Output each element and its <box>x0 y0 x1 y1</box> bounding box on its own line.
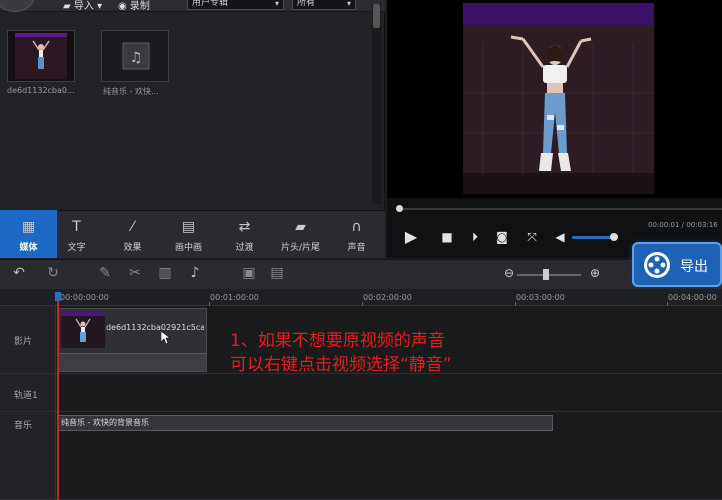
playback-time: 00:00:01 / 00:03:16 <box>648 221 718 229</box>
delete-icon[interactable]: ▥ <box>156 265 174 281</box>
export-button[interactable]: 导出 <box>632 242 722 287</box>
album-select[interactable]: 用户专辑 ▾ <box>187 0 284 10</box>
text-icon: T <box>72 219 81 235</box>
crop-icon[interactable]: ▣ <box>240 265 258 281</box>
dancer-video-frame <box>463 3 654 194</box>
volume-handle[interactable] <box>610 233 618 241</box>
video-editor-window: ▰ 导入 ▾ ◉ 录制 用户专辑 ▾ 所有 ▾ de6d1132cba0... <box>0 0 722 500</box>
music-clip[interactable]: 纯音乐 - 欢快的背景音乐 <box>58 415 553 431</box>
snapshot-icon[interactable]: ◙ <box>493 230 511 244</box>
annotation-line-2: 可以右键点击视频选择“静音” <box>230 355 452 375</box>
playhead-handle[interactable] <box>55 292 61 301</box>
ruler-tick-label: 00:04:00:00 <box>668 293 717 302</box>
mouse-cursor-icon <box>160 330 171 345</box>
headphones-icon: ∩ <box>351 219 362 235</box>
library-item-audio-thumb[interactable]: ♫ <box>101 30 169 82</box>
ruler-tick-label: 00:01:00:00 <box>210 293 259 302</box>
tab-sound[interactable]: ∩ 声音 <box>328 210 385 258</box>
folder-icon: ▰ <box>63 1 71 12</box>
record-button[interactable]: ◉ 录制 <box>118 0 150 12</box>
record-icon: ◉ <box>118 1 127 12</box>
music-note-icon: ♫ <box>102 31 168 81</box>
track-header-music: 音乐 <box>0 412 56 500</box>
chevron-down-icon: ▾ <box>346 0 351 8</box>
video-preview <box>463 3 654 194</box>
library-item-caption: de6d1132cba0... <box>7 86 75 95</box>
playhead[interactable] <box>57 295 59 500</box>
video-clip-name: de6d1132cba02921c5ca... <box>106 323 204 332</box>
dancer-thumbnail <box>8 31 74 81</box>
step-forward-icon[interactable]: ⏵ <box>466 230 484 245</box>
filter-select[interactable]: 所有 ▾ <box>292 0 356 10</box>
track-1[interactable] <box>56 374 722 412</box>
import-button[interactable]: ▰ 导入 ▾ <box>63 0 102 12</box>
library-item-video-thumb[interactable] <box>7 30 75 82</box>
ruler-tick-label: 00:03:00:00 <box>516 293 565 302</box>
chevron-down-icon: ▾ <box>274 0 279 8</box>
zoom-slider[interactable] <box>517 274 581 276</box>
video-clip-thumbnail <box>61 312 105 348</box>
transition-icon: ⇄ <box>238 219 251 235</box>
tab-pip[interactable]: ▤ 画中画 <box>160 210 217 258</box>
tab-transition[interactable]: ⇄ 过渡 <box>216 210 273 258</box>
scrollbar-thumb[interactable] <box>373 4 380 28</box>
tab-intro-outro[interactable]: ▰ 片头/片尾 <box>272 210 329 258</box>
tab-text[interactable]: T 文字 <box>48 210 105 258</box>
zoom-handle[interactable] <box>543 269 549 280</box>
video-clip-audio-strip[interactable] <box>58 353 206 371</box>
cut-icon[interactable]: ✂ <box>126 265 144 281</box>
fullscreen-icon[interactable]: ⤧ <box>523 230 541 245</box>
track-header-1: 轨道1 <box>0 374 56 412</box>
video-clip[interactable]: de6d1132cba02921c5ca... <box>57 308 207 372</box>
svg-text:♫: ♫ <box>130 50 143 66</box>
zoom-out-icon[interactable]: ⊖ <box>500 266 518 280</box>
media-icon: ▦ <box>21 219 36 235</box>
microphone-icon[interactable]: ♪ <box>186 265 204 281</box>
seek-handle[interactable] <box>396 205 403 212</box>
seek-bar[interactable] <box>399 208 722 210</box>
film-reel-icon <box>644 252 670 278</box>
undo-icon[interactable]: ↶ <box>10 265 28 281</box>
ruler-tick-label: 00:00:00:00 <box>60 293 109 302</box>
library-scrollbar[interactable] <box>372 4 381 204</box>
effects-wand-icon: ⁄ <box>131 219 134 235</box>
ruler-tick-label: 00:02:00:00 <box>363 293 412 302</box>
track-header-video: 影片 <box>0 306 56 374</box>
zoom-in-icon[interactable]: ⊕ <box>586 266 604 280</box>
settings-icon[interactable]: ▤ <box>268 265 286 281</box>
library-item-caption: 纯音乐 - 欢快... <box>103 87 159 96</box>
tab-effects[interactable]: ⁄ 效果 <box>104 210 161 258</box>
chevron-down-icon: ▾ <box>97 1 103 12</box>
volume-slider[interactable] <box>572 236 614 239</box>
clapper-icon: ▰ <box>295 219 306 235</box>
play-icon[interactable]: ▶ <box>402 227 420 246</box>
annotation-line-1: 1、如果不想要原视频的声音 <box>230 331 445 351</box>
volume-icon[interactable]: ◀ <box>551 230 569 244</box>
edit-icon[interactable]: ✎ <box>96 265 114 281</box>
stop-icon[interactable]: ■ <box>438 230 456 244</box>
redo-icon[interactable]: ↻ <box>44 265 62 281</box>
pip-icon: ▤ <box>181 219 196 235</box>
